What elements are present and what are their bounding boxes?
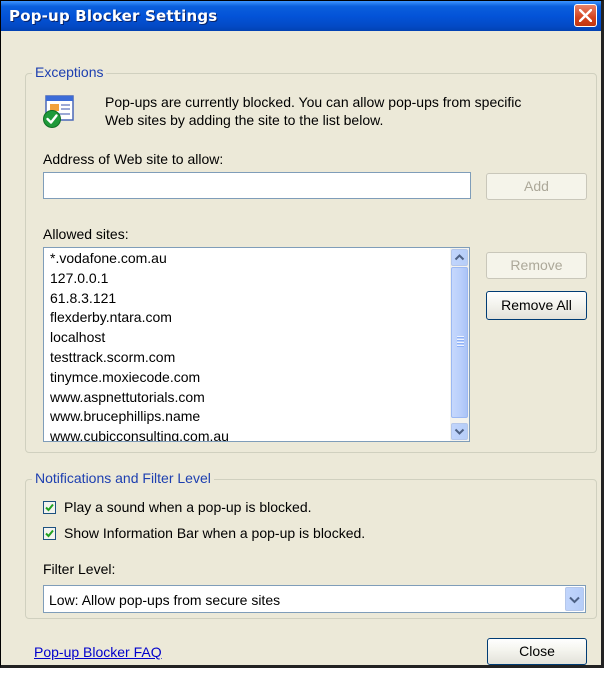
remove-button-label: Remove	[510, 257, 563, 273]
filter-level-select[interactable]: Low: Allow pop-ups from secure sites	[43, 585, 586, 613]
allowed-site-item[interactable]: www.aspnettutorials.com	[50, 389, 205, 405]
play-sound-checkbox[interactable]	[43, 501, 56, 514]
allowed-site-item[interactable]: testtrack.scorm.com	[50, 349, 175, 365]
filter-level-label: Filter Level:	[43, 561, 116, 577]
remove-all-button-label: Remove All	[501, 297, 572, 313]
allowed-site-item[interactable]: localhost	[50, 329, 105, 345]
notifications-legend: Notifications and Filter Level	[32, 470, 214, 486]
exceptions-legend: Exceptions	[32, 64, 107, 80]
allowed-site-item[interactable]: www.brucephillips.name	[50, 408, 200, 424]
close-button[interactable]: Close	[487, 638, 587, 665]
exceptions-info-line-2: Web sites by adding the site to the list…	[105, 112, 384, 128]
allowed-sites-scrollbar[interactable]	[450, 248, 469, 441]
close-icon	[579, 9, 592, 22]
address-label: Address of Web site to allow:	[43, 151, 224, 167]
allowed-site-item[interactable]: www.cubicconsulting.com.au	[50, 428, 229, 441]
remove-button[interactable]: Remove	[486, 252, 587, 279]
filter-level-dropdown-button[interactable]	[565, 587, 584, 611]
allowed-site-item[interactable]: tinymce.moxiecode.com	[50, 369, 200, 385]
exceptions-info-line-1: Pop-ups are currently blocked. You can a…	[105, 94, 522, 110]
close-window-button[interactable]	[574, 4, 597, 27]
allowed-site-item[interactable]: *.vodafone.com.au	[50, 250, 167, 266]
allowed-sites-label: Allowed sites:	[43, 226, 129, 242]
chevron-down-icon	[454, 428, 465, 435]
allowed-site-item[interactable]: flexderby.ntara.com	[50, 309, 172, 325]
window-title: Pop-up Blocker Settings	[9, 7, 218, 25]
popup-blocker-dialog: Pop-up Blocker Settings Exceptions Pop-u…	[0, 0, 604, 668]
add-button-label: Add	[524, 178, 549, 194]
filter-level-value: Low: Allow pop-ups from secure sites	[49, 592, 281, 608]
title-bar[interactable]: Pop-up Blocker Settings	[1, 1, 601, 31]
scroll-up-button[interactable]	[451, 249, 468, 266]
popup-shield-icon	[41, 94, 75, 128]
allowed-site-item[interactable]: 61.8.3.121	[50, 290, 116, 306]
play-sound-label[interactable]: Play a sound when a pop-up is blocked.	[64, 499, 312, 515]
scroll-down-button[interactable]	[451, 423, 468, 440]
info-bar-label[interactable]: Show Information Bar when a pop-up is bl…	[64, 525, 365, 541]
info-bar-checkbox[interactable]	[43, 527, 56, 540]
allowed-sites-list[interactable]: *.vodafone.com.au 127.0.0.1 61.8.3.121 flex…	[43, 247, 470, 442]
scroll-thumb[interactable]	[451, 267, 468, 418]
checkmark-icon	[45, 529, 54, 538]
checkmark-icon	[45, 503, 54, 512]
popup-blocker-faq-link[interactable]: Pop-up Blocker FAQ	[34, 644, 162, 660]
chevron-up-icon	[454, 254, 465, 261]
add-button[interactable]: Add	[486, 173, 587, 200]
chevron-down-icon	[569, 596, 580, 604]
remove-all-button[interactable]: Remove All	[486, 291, 587, 320]
close-button-label: Close	[519, 643, 555, 659]
allowed-site-item[interactable]: 127.0.0.1	[50, 270, 108, 286]
address-input[interactable]	[43, 172, 471, 199]
